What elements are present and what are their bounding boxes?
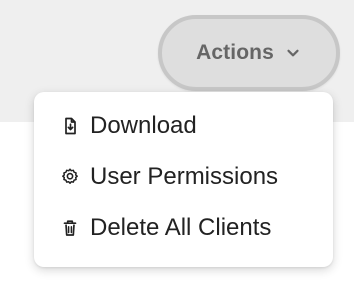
chevron-down-icon	[284, 44, 302, 62]
gear-icon	[59, 166, 81, 188]
menu-item-label: User Permissions	[90, 163, 279, 190]
actions-button-label: Actions	[196, 41, 274, 64]
menu-item-label: Download	[90, 112, 197, 139]
actions-dropdown-menu: Download User Permissions Delete All Cli…	[34, 92, 333, 267]
trash-icon	[59, 217, 81, 239]
menu-item-delete-all-clients[interactable]: Delete All Clients	[59, 209, 271, 247]
menu-item-user-permissions[interactable]: User Permissions	[59, 158, 278, 196]
menu-item-label: Delete All Clients	[90, 214, 272, 241]
download-file-icon	[59, 115, 81, 137]
actions-button[interactable]: Actions	[158, 15, 340, 91]
menu-item-download[interactable]: Download	[59, 107, 197, 145]
